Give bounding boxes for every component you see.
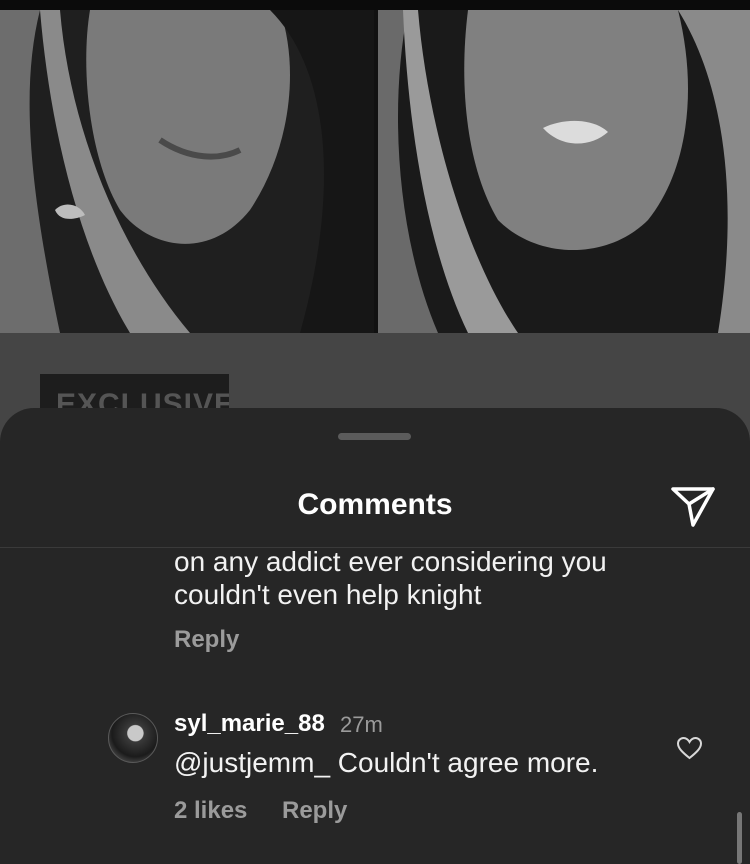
likes-count[interactable]: 2 likes xyxy=(174,797,247,825)
comments-sheet: Comments on any addict ever considering … xyxy=(0,408,750,864)
reply-button[interactable]: Reply xyxy=(174,626,239,654)
avatar[interactable] xyxy=(108,713,158,763)
reply-button[interactable]: Reply xyxy=(282,797,347,825)
comment-timestamp: 27m xyxy=(340,712,383,737)
post-image-right xyxy=(378,10,750,333)
scrollbar[interactable] xyxy=(737,812,742,864)
comments-title: Comments xyxy=(297,488,453,521)
comment-username[interactable]: syl_marie_88 xyxy=(174,710,325,738)
comment-text: @justjemm_ Couldn't agree more. xyxy=(174,747,599,778)
post-image-left xyxy=(0,10,374,333)
paper-plane-icon[interactable] xyxy=(668,482,718,530)
sheet-grabber-handle[interactable] xyxy=(338,433,411,440)
status-strip xyxy=(0,0,750,10)
heart-outline-icon[interactable] xyxy=(676,736,703,760)
comment-text: on any addict ever considering you could… xyxy=(174,546,607,610)
